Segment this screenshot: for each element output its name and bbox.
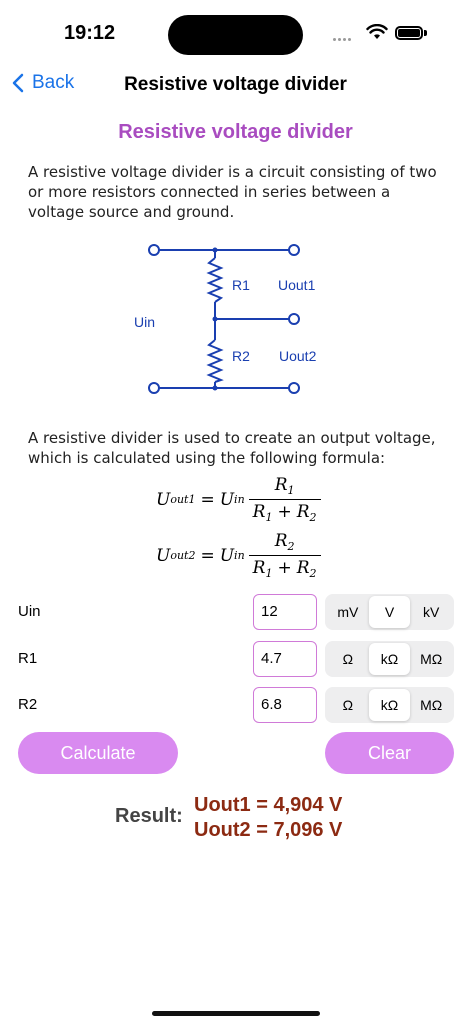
battery-icon (395, 26, 423, 40)
r1-unit-selector[interactable]: Ω kΩ MΩ (325, 641, 454, 677)
uin-label: Uin (18, 603, 41, 620)
circuit-diagram: Uin R1 Uout1 R2 Uout2 (134, 244, 317, 394)
unit-option-mohm[interactable]: MΩ (410, 643, 452, 675)
battery-nub (424, 30, 427, 36)
page-heading: Resistive voltage divider (118, 121, 353, 143)
terminal-in-bottom (148, 382, 160, 394)
formula-uout2: Uout2 = Uin R2 R1 + R2 (156, 531, 321, 580)
diagram-label-r2: R2 (232, 348, 250, 364)
terminal-in-top (148, 244, 160, 256)
unit-option-ohm[interactable]: Ω (327, 643, 369, 675)
r2-label: R2 (18, 696, 38, 713)
junction-dot (212, 247, 218, 253)
dynamic-island (168, 15, 303, 55)
home-indicator (152, 1011, 320, 1016)
unit-option-kohm[interactable]: kΩ (368, 643, 411, 675)
terminal-out-mid (288, 313, 300, 325)
uin-input[interactable]: 12 (253, 594, 317, 630)
r1-label: R1 (18, 650, 38, 667)
diagram-label-uout1: Uout1 (278, 277, 316, 293)
calculate-button[interactable]: Calculate (18, 732, 178, 774)
unit-option-kohm[interactable]: kΩ (368, 689, 411, 721)
unit-option-mohm[interactable]: MΩ (410, 689, 452, 721)
diagram-label-uin: Uin (134, 314, 155, 330)
unit-option-v[interactable]: V (368, 596, 411, 628)
result-uout1: Uout1 = 4,904 V (194, 794, 343, 816)
diagram-label-uout2: Uout2 (279, 348, 317, 364)
diagram-label-r1: R1 (232, 277, 250, 293)
unit-option-kv[interactable]: kV (410, 596, 452, 628)
uin-unit-selector[interactable]: mV V kV (325, 594, 454, 630)
terminal-out-bottom (288, 382, 300, 394)
junction-dot (212, 316, 218, 322)
r2-unit-selector[interactable]: Ω kΩ MΩ (325, 687, 454, 723)
junction-dot (212, 385, 218, 391)
status-time: 19:12 (64, 22, 116, 44)
intro-text: A resistive voltage divider is a circuit… (28, 163, 437, 221)
unit-option-mv[interactable]: mV (327, 596, 369, 628)
formula-uout1: Uout1 = Uin R1 R1 + R2 (156, 475, 321, 524)
unit-option-ohm[interactable]: Ω (327, 689, 369, 721)
result-uout2: Uout2 = 7,096 V (194, 819, 343, 841)
wifi-icon (366, 24, 388, 39)
nav-title: Resistive voltage divider (124, 74, 347, 95)
result-label: Result: (115, 805, 183, 827)
r1-input[interactable]: 4.7 (253, 641, 317, 677)
cellular-signal-icon (333, 38, 351, 41)
formula-intro-text: A resistive divider is used to create an… (28, 429, 436, 467)
resistor-r2 (206, 339, 224, 383)
r2-input[interactable]: 6.8 (253, 687, 317, 723)
clear-button[interactable]: Clear (325, 732, 454, 774)
terminal-out-top (288, 244, 300, 256)
resistor-r1 (206, 257, 224, 303)
